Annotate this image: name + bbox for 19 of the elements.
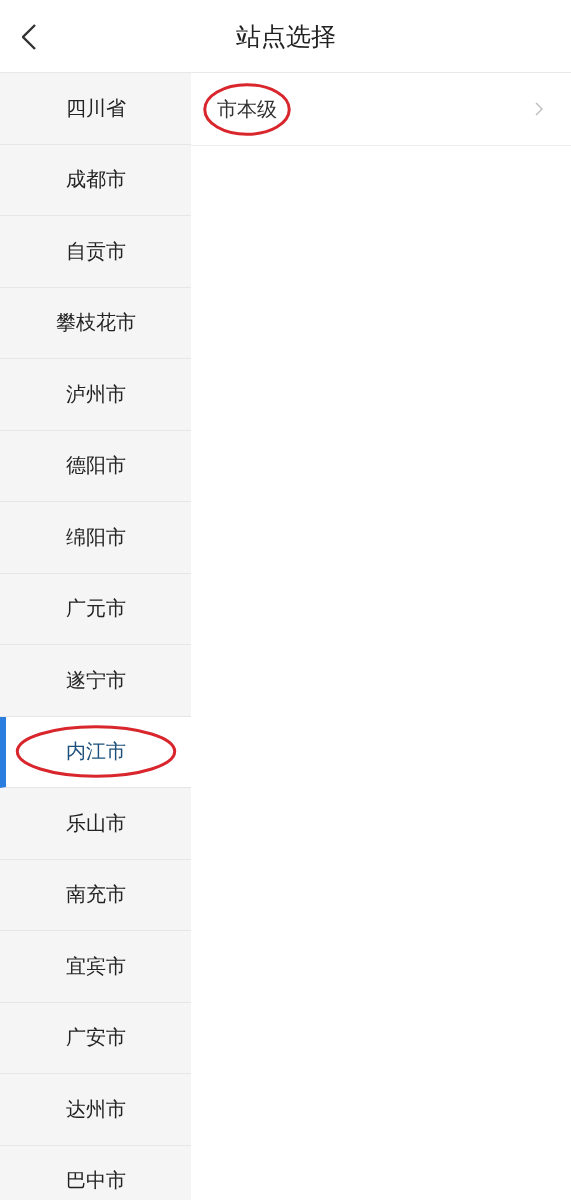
list-item[interactable]: 市本级 [191,73,571,146]
sidebar-item[interactable]: 泸州市 [0,359,191,431]
sidebar-item[interactable]: 德阳市 [0,430,191,502]
sidebar-item[interactable]: 南充市 [0,859,191,931]
sidebar-item[interactable]: 成都市 [0,144,191,216]
chevron-right-icon [535,102,543,116]
sidebar-item[interactable]: 内江市 [0,716,191,788]
sidebar-item[interactable]: 广元市 [0,573,191,645]
sidebar-item[interactable]: 达州市 [0,1074,191,1146]
sidebar-item[interactable]: 广安市 [0,1002,191,1074]
sidebar-item[interactable]: 巴中市 [0,1145,191,1200]
page-title: 站点选择 [235,20,336,53]
sidebar-item[interactable]: 四川省 [0,73,191,145]
sidebar-item[interactable]: 乐山市 [0,788,191,860]
sidebar-item[interactable]: 自贡市 [0,216,191,288]
sidebar-item[interactable]: 遂宁市 [0,645,191,717]
sidebar-item[interactable]: 绵阳市 [0,502,191,574]
sidebar-item[interactable]: 攀枝花市 [0,287,191,359]
sidebar-item[interactable]: 宜宾市 [0,931,191,1003]
